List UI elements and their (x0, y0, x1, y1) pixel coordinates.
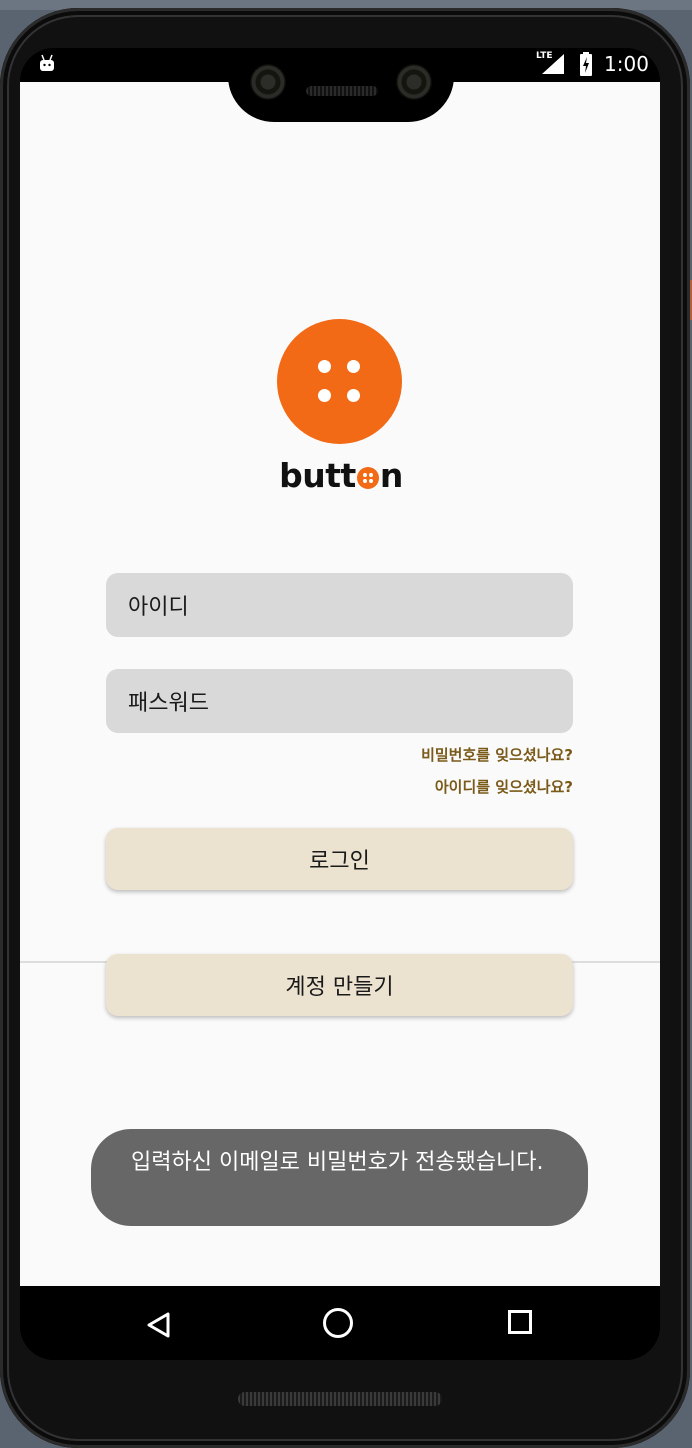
toast-text: 입력하신 이메일로 비밀번호가 전송됐습니다. (131, 1150, 544, 1175)
navigation-bar (20, 1286, 660, 1360)
forgot-password-link[interactable]: 비밀번호를 잊으셨나요? (421, 744, 573, 765)
id-input-placeholder: 아이디 (128, 595, 189, 620)
toast-message: 입력하신 이메일로 비밀번호가 전송됐습니다. (91, 1129, 588, 1226)
brand-wordmark-suffix: n (379, 456, 404, 495)
create-account-button[interactable]: 계정 만들기 (106, 954, 573, 1016)
bottom-speaker (238, 1392, 442, 1406)
brand-wordmark: butt n (279, 458, 403, 494)
logo-hole (347, 360, 360, 373)
login-screen: butt n 아이디 패스워드 비밀번호를 잊으셨나요? 아이디를 잊으셨나요? … (20, 82, 660, 1286)
id-input[interactable]: 아이디 (106, 573, 573, 637)
recents-icon[interactable] (508, 1310, 532, 1334)
back-icon[interactable] (144, 1310, 174, 1340)
front-camera-icon (396, 64, 432, 100)
logo-hole (318, 389, 331, 402)
login-button-label: 로그인 (309, 849, 370, 874)
button-logo-icon (277, 319, 402, 444)
create-account-button-label: 계정 만들기 (285, 975, 394, 1000)
logo-hole (318, 360, 331, 373)
logo-hole (347, 389, 360, 402)
phone-frame: LTE 1:00 butt n 아이디 패스워드 비밀번호를 잊으셨나요? 아이… (0, 8, 690, 1448)
battery-charging-icon (580, 52, 592, 76)
password-input[interactable]: 패스워드 (106, 669, 573, 733)
phone-screen: LTE 1:00 butt n 아이디 패스워드 비밀번호를 잊으셨나요? 아이… (20, 48, 660, 1360)
forgot-id-link[interactable]: 아이디를 잊으셨나요? (435, 776, 573, 797)
brand-button-o-icon (356, 467, 379, 489)
camera-notch (228, 48, 454, 122)
password-input-placeholder: 패스워드 (128, 691, 209, 716)
earpiece-speaker (306, 86, 378, 96)
android-debug-icon (40, 54, 54, 71)
front-camera-icon (250, 64, 286, 100)
home-icon[interactable] (323, 1308, 353, 1338)
signal-icon (542, 54, 564, 74)
clock: 1:00 (604, 52, 649, 76)
brand-wordmark-prefix: butt (279, 456, 356, 495)
login-button[interactable]: 로그인 (106, 828, 573, 890)
